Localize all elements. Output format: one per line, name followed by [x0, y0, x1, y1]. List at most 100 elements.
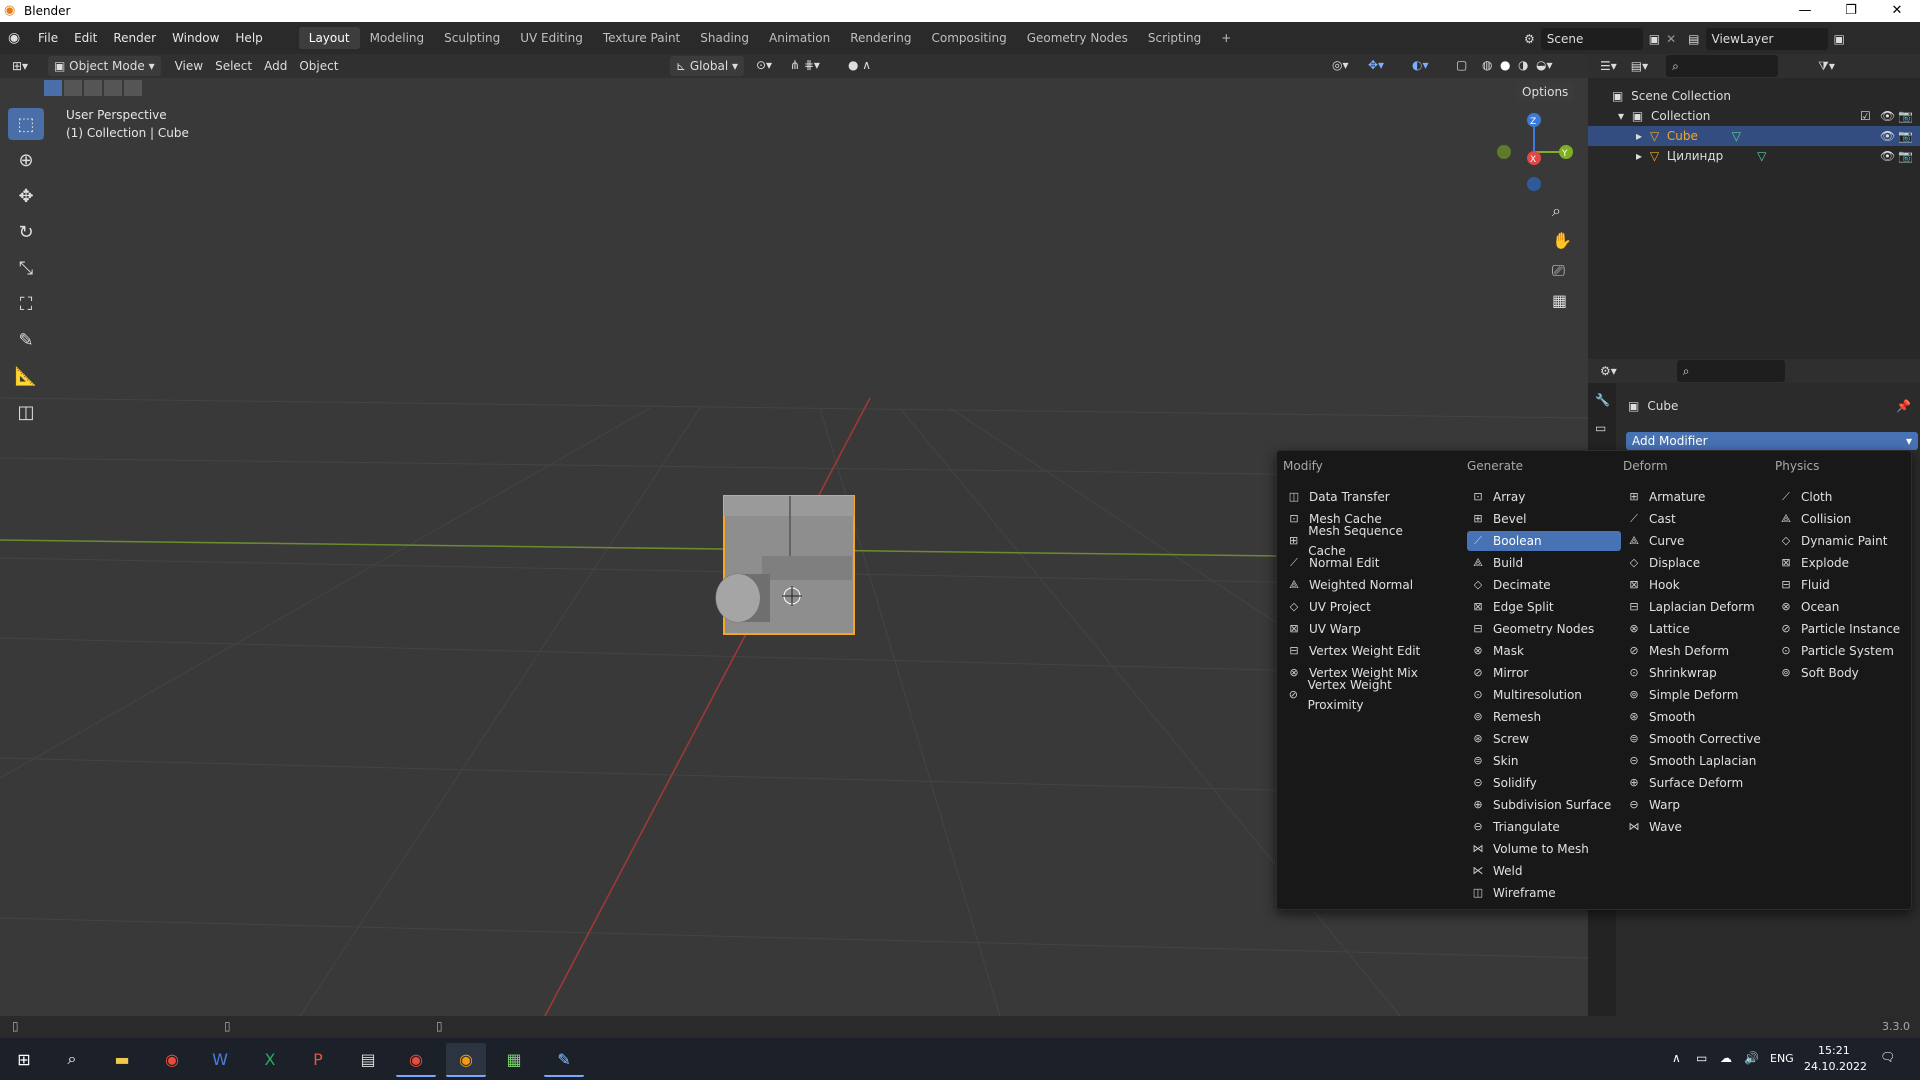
language-indicator[interactable]: ENG: [1770, 1052, 1794, 1065]
new-scene-icon[interactable]: ▣: [1649, 32, 1660, 46]
modifier-item-simple-deform[interactable]: ⊚ Simple Deform: [1623, 685, 1777, 705]
tab-modeling[interactable]: Modeling: [360, 27, 435, 49]
properties-editor-icon[interactable]: ⚙▾: [1600, 364, 1617, 378]
options-button[interactable]: Options: [1516, 82, 1575, 102]
modifier-item-subdivision-surface[interactable]: ⊕ Subdivision Surface: [1467, 795, 1621, 815]
pan-hand-icon[interactable]: ✋: [1552, 226, 1572, 256]
properties-search-input[interactable]: ⌕: [1676, 360, 1785, 382]
collection-checkbox[interactable]: ☑: [1860, 106, 1871, 126]
navigation-gizmo[interactable]: Z Y X: [1490, 108, 1580, 198]
chrome-profile-icon[interactable]: ◉: [396, 1043, 436, 1077]
camera-view-icon[interactable]: ⎚: [1552, 256, 1572, 286]
display-mode-icon[interactable]: ▤▾: [1631, 59, 1648, 73]
modifier-item-ocean[interactable]: ⊗ Ocean: [1775, 597, 1920, 617]
modifier-item-boolean[interactable]: ⟋ Boolean: [1467, 531, 1621, 551]
close-button[interactable]: ✕: [1874, 0, 1920, 22]
zoom-icon[interactable]: ⌕: [1552, 196, 1572, 226]
shading-material-icon[interactable]: ◑: [1518, 58, 1528, 72]
menu-object[interactable]: Object: [293, 56, 344, 76]
powerpoint-icon[interactable]: P: [298, 1043, 338, 1075]
pivot-icon[interactable]: ⊙▾: [756, 58, 772, 72]
add-modifier-button[interactable]: Add Modifier ▾: [1626, 432, 1918, 450]
rotate-tool-icon[interactable]: ↻: [8, 216, 44, 248]
modifier-item-curve[interactable]: ⟁ Curve: [1623, 531, 1777, 551]
modifier-item-geometry-nodes[interactable]: ⊟ Geometry Nodes: [1467, 619, 1621, 639]
mode-selector[interactable]: ▣ Object Mode ▾: [48, 56, 161, 76]
delete-scene-icon[interactable]: ✕: [1666, 32, 1676, 46]
tab-rendering[interactable]: Rendering: [840, 27, 921, 49]
outliner-collection[interactable]: ▾ ▣ Collection ☑ 👁 📷: [1588, 106, 1920, 126]
blender-taskbar-icon[interactable]: ◉: [446, 1043, 486, 1077]
xray-icon[interactable]: ▢: [1456, 58, 1467, 72]
modifier-item-data-transfer[interactable]: ◫ Data Transfer: [1283, 487, 1437, 507]
scene-icon[interactable]: ⚙: [1524, 32, 1535, 46]
modifier-item-bevel[interactable]: ⊞ Bevel: [1467, 509, 1621, 529]
menu-window[interactable]: Window: [164, 31, 227, 45]
select-mode-buttons[interactable]: [44, 80, 142, 96]
tab-geometry-nodes[interactable]: Geometry Nodes: [1017, 27, 1138, 49]
eye-icon[interactable]: 👁: [1880, 146, 1895, 166]
outliner-item-cylinder[interactable]: ▸ ▽ Цилиндр ▽ 👁 📷: [1588, 146, 1920, 166]
eye-icon[interactable]: 👁: [1880, 126, 1895, 146]
tab-uv-editing[interactable]: UV Editing: [510, 27, 593, 49]
menu-file[interactable]: File: [30, 31, 66, 45]
menu-add[interactable]: Add: [258, 56, 293, 76]
paint-icon[interactable]: ✎: [544, 1043, 584, 1077]
menu-help[interactable]: Help: [227, 31, 270, 45]
modifier-item-cloth[interactable]: ⟋ Cloth: [1775, 487, 1920, 507]
modifier-item-uv-project[interactable]: ◇ UV Project: [1283, 597, 1437, 617]
tab-sculpting[interactable]: Sculpting: [434, 27, 510, 49]
modifier-item-remesh[interactable]: ⊚ Remesh: [1467, 707, 1621, 727]
expand-arrow-icon[interactable]: ▸: [1636, 129, 1642, 143]
modifier-item-mask[interactable]: ⊗ Mask: [1467, 641, 1621, 661]
outliner-search-input[interactable]: ⌕: [1666, 55, 1779, 77]
modifier-item-multiresolution[interactable]: ⊙ Multiresolution: [1467, 685, 1621, 705]
excel-icon[interactable]: X: [250, 1043, 290, 1075]
tray-chevron-icon[interactable]: ∧: [1672, 1051, 1681, 1065]
modifier-item-solidify[interactable]: ⊝ Solidify: [1467, 773, 1621, 793]
modifier-item-triangulate[interactable]: ⊖ Triangulate: [1467, 817, 1621, 837]
tab-animation[interactable]: Animation: [759, 27, 840, 49]
select-tool-icon[interactable]: ⬚: [8, 108, 44, 140]
shading-solid-icon[interactable]: ●: [1500, 58, 1510, 72]
start-icon[interactable]: ⊞: [4, 1043, 44, 1075]
tab-compositing[interactable]: Compositing: [921, 27, 1016, 49]
documents-icon[interactable]: ▤: [348, 1043, 388, 1075]
modifier-item-displace[interactable]: ◇ Displace: [1623, 553, 1777, 573]
eye-icon[interactable]: 👁: [1880, 106, 1895, 126]
minimize-button[interactable]: —: [1782, 0, 1828, 22]
modifier-item-normal-edit[interactable]: ⟋ Normal Edit: [1283, 553, 1437, 573]
modifier-item-fluid[interactable]: ⊟ Fluid: [1775, 575, 1920, 595]
search-icon[interactable]: ⌕: [52, 1043, 92, 1075]
new-view-layer-icon[interactable]: ▣: [1834, 32, 1845, 46]
clock-time[interactable]: 15:21: [1818, 1044, 1850, 1057]
modifier-item-hook[interactable]: ⊠ Hook: [1623, 575, 1777, 595]
menu-view[interactable]: View: [169, 56, 209, 76]
modifier-item-mesh-sequence-cache[interactable]: ⊞ Mesh Sequence Cache: [1283, 524, 1437, 558]
blender-menu-icon[interactable]: ◉: [8, 30, 30, 46]
modifier-item-decimate[interactable]: ◇ Decimate: [1467, 575, 1621, 595]
modifier-item-collision[interactable]: ⟁ Collision: [1775, 509, 1920, 529]
modifier-item-wireframe[interactable]: ◫ Wireframe: [1467, 883, 1621, 903]
modifier-item-vertex-weight-edit[interactable]: ⊟ Vertex Weight Edit: [1283, 641, 1437, 661]
add-workspace-button[interactable]: +: [1211, 27, 1241, 49]
modifier-item-soft-body[interactable]: ⊚ Soft Body: [1775, 663, 1920, 683]
filter-icon[interactable]: ⧩▾: [1818, 59, 1835, 74]
notification-icon[interactable]: 🗨: [1880, 1050, 1895, 1064]
select-invert-icon[interactable]: [104, 80, 122, 96]
tool-tab-icon[interactable]: 🔧: [1595, 393, 1616, 407]
visibility-icon[interactable]: ◎▾: [1332, 58, 1349, 72]
collapse-arrow-icon[interactable]: ▾: [1618, 109, 1624, 123]
onedrive-icon[interactable]: ☁: [1720, 1051, 1732, 1065]
add-cube-tool-icon[interactable]: ◫: [8, 396, 44, 428]
modifier-item-skin[interactable]: ⊜ Skin: [1467, 751, 1621, 771]
file-explorer-icon[interactable]: ▬: [102, 1043, 142, 1075]
modifier-item-laplacian-deform[interactable]: ⊟ Laplacian Deform: [1623, 597, 1777, 617]
modifier-item-smooth-laplacian[interactable]: ⊝ Smooth Laplacian: [1623, 751, 1777, 771]
select-box-icon[interactable]: [44, 80, 62, 96]
scale-tool-icon[interactable]: ⤡: [8, 252, 44, 284]
tab-shading[interactable]: Shading: [690, 27, 759, 49]
modifier-item-smooth[interactable]: ⊛ Smooth: [1623, 707, 1777, 727]
render-tab-icon[interactable]: ▭: [1595, 421, 1616, 435]
ortho-toggle-icon[interactable]: ▦: [1552, 286, 1572, 316]
